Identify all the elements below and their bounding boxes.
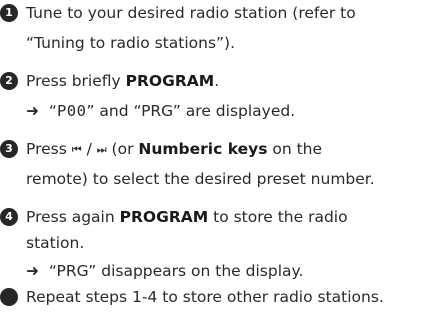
step-number-1: 1 xyxy=(0,4,18,22)
program-key-label-2: PROGRAM xyxy=(119,208,209,226)
note-text: Repeat steps 1-4 to store other radio st… xyxy=(26,288,384,306)
step-number-2: 2 xyxy=(0,72,18,90)
step-number-3: 3 xyxy=(0,140,18,158)
step-3-line-1: Press ⏮ / ⏭ (or Numberic keys on the xyxy=(26,136,429,163)
step-2-result-quote: “ xyxy=(44,102,57,120)
step-3-line-2: remote) to select the desired preset num… xyxy=(26,170,375,188)
result-arrow-icon: ➜ xyxy=(26,102,39,120)
step-2-result-text: ” and “PRG” are displayed. xyxy=(86,102,296,120)
step-4-line-2: station. xyxy=(26,234,85,252)
step-4-result-text: “PRG” disappears on the display. xyxy=(44,262,304,280)
step-number-4: 4 xyxy=(0,208,18,226)
step-4-line-1: Press again PROGRAM to store the radio xyxy=(26,204,429,230)
next-icon: ⏭ xyxy=(96,143,107,156)
step-2-line-1: Press briefly PROGRAM. xyxy=(26,68,429,94)
program-key-label: PROGRAM xyxy=(125,72,215,90)
step-4-post: to store the radio xyxy=(208,208,348,226)
step-4-pre: Press again xyxy=(26,208,120,226)
lcd-preset-readout: P00 xyxy=(56,102,87,120)
step-3-slash: / xyxy=(81,140,97,158)
previous-icon: ⏮ xyxy=(71,143,82,156)
instruction-page: 1 Tune to your desired radio station (re… xyxy=(0,0,429,312)
step-2-result: ➜ “P00” and “PRG” are displayed. xyxy=(26,98,429,124)
step-3-pre: Press xyxy=(26,140,72,158)
step-3-post: on the xyxy=(267,140,323,158)
step-2-post: . xyxy=(214,72,220,90)
step-4-result: ➜ “PRG” disappears on the display. xyxy=(26,258,429,284)
step-2-pre: Press briefly xyxy=(26,72,126,90)
result-arrow-icon-2: ➜ xyxy=(26,262,39,280)
step-1-line-1: Tune to your desired radio station (refe… xyxy=(26,4,356,22)
bullet-icon xyxy=(0,288,18,306)
step-3-mid: (or xyxy=(106,140,139,158)
step-1-line-2: “Tuning to radio stations”). xyxy=(26,34,236,52)
numeric-keys-label: Numberic keys xyxy=(138,140,268,158)
